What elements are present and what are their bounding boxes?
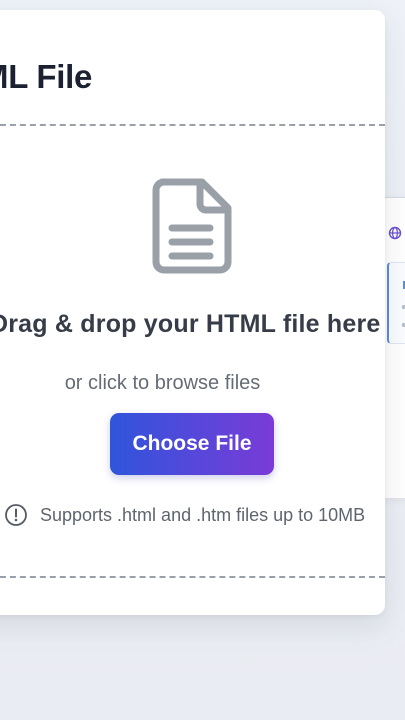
background-card	[387, 262, 405, 344]
info-circle-icon	[5, 504, 27, 526]
globe-icon	[388, 226, 402, 240]
choose-file-button[interactable]: Choose File	[110, 413, 274, 475]
dropzone-top-border	[0, 124, 385, 126]
dropzone-title: Drag & drop your HTML file here	[0, 310, 381, 338]
support-text: Supports .html and .htm files up to 10MB	[40, 504, 366, 525]
dropzone-subtitle: or click to browse files	[64, 372, 261, 394]
dropzone-bottom-border	[0, 576, 385, 578]
upload-card: ML File Drag & drop your HTML file here …	[0, 10, 385, 615]
page: ML File Drag & drop your HTML file here …	[0, 0, 405, 720]
support-note: Supports .html and .htm files up to 10MB	[4, 502, 385, 528]
document-icon	[152, 178, 232, 274]
card-title: ML File	[0, 58, 92, 95]
